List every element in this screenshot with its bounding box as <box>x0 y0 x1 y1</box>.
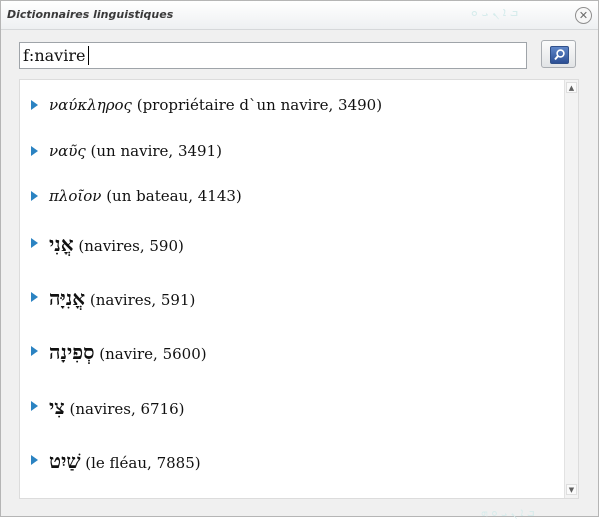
search-button[interactable] <box>541 40 576 68</box>
triangle-right-icon[interactable] <box>31 146 38 156</box>
triangle-right-icon[interactable] <box>31 401 38 411</box>
search-input-value: f:navire <box>23 46 90 65</box>
triangle-right-icon[interactable] <box>31 292 38 302</box>
entry-word: πλοῖον <box>49 187 102 205</box>
background-decoration: ܒ ܐ ܢ ܝ ܘ ܗ <box>481 506 535 519</box>
entry-description: (propriétaire d`un navire, 3490) <box>131 96 383 114</box>
magnifier-icon <box>550 46 569 64</box>
vertical-scrollbar[interactable]: ▲ ▼ <box>564 80 578 498</box>
entry-description: (navires, 6716) <box>64 400 185 418</box>
entry-word: סְפִינָה <box>49 340 95 364</box>
triangle-right-icon[interactable] <box>31 346 38 356</box>
entry-description: (navires, 591) <box>85 291 196 309</box>
scroll-down-button[interactable]: ▼ <box>566 484 577 495</box>
entry-description: (un bateau, 4143) <box>101 187 242 205</box>
title-bar-decoration: ܒ ܐ ܢ ܝ ܘ <box>471 5 519 19</box>
entry-word: אֳנִי <box>49 232 74 256</box>
entry-description: (navire, 5600) <box>94 345 207 363</box>
entry-word: ναῦς <box>49 142 86 160</box>
triangle-down-icon: ▼ <box>568 486 575 494</box>
text-caret <box>88 46 90 65</box>
entry-word: אֳנִיָּה <box>49 286 86 310</box>
triangle-right-icon[interactable] <box>31 238 38 248</box>
entry-description: (navires, 590) <box>73 237 184 255</box>
close-button[interactable]: ✕ <box>575 7 592 24</box>
search-input[interactable]: f:navire <box>19 42 527 69</box>
close-icon: ✕ <box>578 9 589 22</box>
entry-description: (un navire, 3491) <box>85 142 222 160</box>
entry-description: (le fléau, 7885) <box>80 454 201 472</box>
window-title: Dictionnaires linguistiques <box>7 8 174 21</box>
dictionary-window: Dictionnaires linguistiques ܒ ܐ ܢ ܝ ܘ ✕ … <box>0 0 599 519</box>
title-bar[interactable]: Dictionnaires linguistiques ܒ ܐ ܢ ܝ ܘ ✕ <box>1 1 598 30</box>
entry-word: שַׁיִט <box>49 449 81 473</box>
triangle-right-icon[interactable] <box>31 100 38 110</box>
entry-word: ναύκληρος <box>49 96 132 114</box>
triangle-right-icon[interactable] <box>31 191 38 201</box>
entry-word: צִי <box>49 395 65 419</box>
triangle-right-icon[interactable] <box>31 455 38 465</box>
triangle-up-icon: ▲ <box>568 84 575 92</box>
scroll-up-button[interactable]: ▲ <box>566 82 577 93</box>
